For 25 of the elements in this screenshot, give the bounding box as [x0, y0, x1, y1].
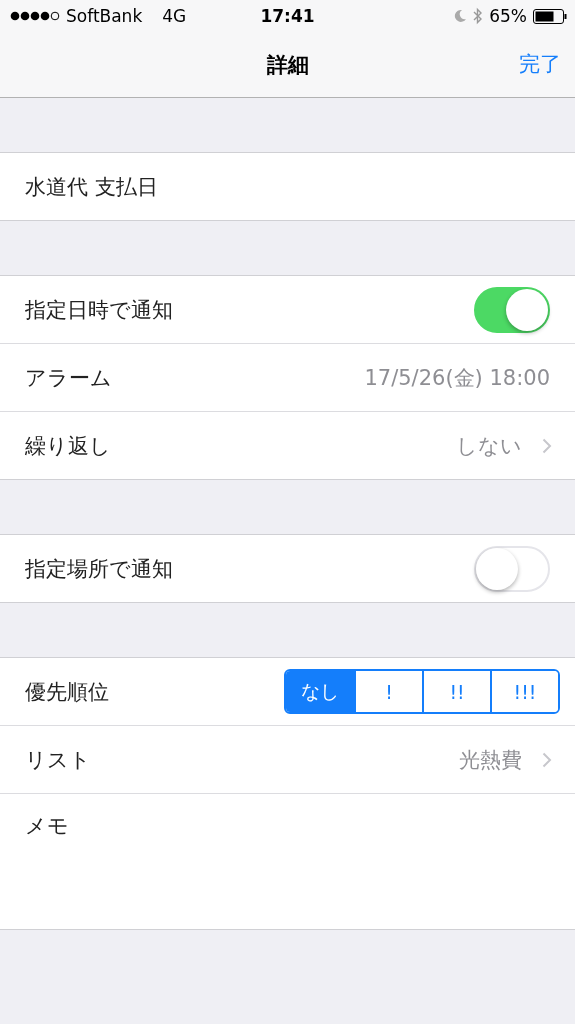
row-label: 繰り返し: [25, 432, 112, 460]
network-type: 4G: [162, 6, 187, 26]
carrier-name: SoftBank: [66, 6, 143, 26]
row-label: 優先順位: [25, 678, 110, 706]
row-label: リスト: [25, 746, 92, 774]
toggle-switch[interactable]: [474, 286, 550, 333]
row-value[interactable]: 17/5/26(金) 18:00: [364, 363, 550, 392]
bluetooth-icon: [473, 7, 484, 25]
row-label: 指定場所で通知: [25, 555, 174, 583]
priority-segment[interactable]: !!!: [490, 671, 558, 712]
row-value[interactable]: しない: [456, 431, 522, 460]
row-label: アラーム: [25, 364, 113, 392]
chevron-icon: [542, 751, 552, 768]
priority-segment[interactable]: なし: [286, 671, 354, 712]
moon-icon: [454, 9, 468, 23]
row-value[interactable]: 光熱費: [459, 745, 522, 774]
row-label: 指定日時で通知: [25, 296, 174, 324]
clock-time: 17:41: [260, 6, 315, 26]
signal-icon: [10, 11, 60, 21]
done-button[interactable]: 完了: [519, 50, 561, 78]
nav-title: 詳細: [266, 51, 309, 79]
chevron-icon: [542, 437, 552, 454]
memo-field[interactable]: メモ: [25, 812, 550, 840]
battery-icon: [533, 8, 567, 24]
battery-percent: 65%: [489, 6, 527, 26]
